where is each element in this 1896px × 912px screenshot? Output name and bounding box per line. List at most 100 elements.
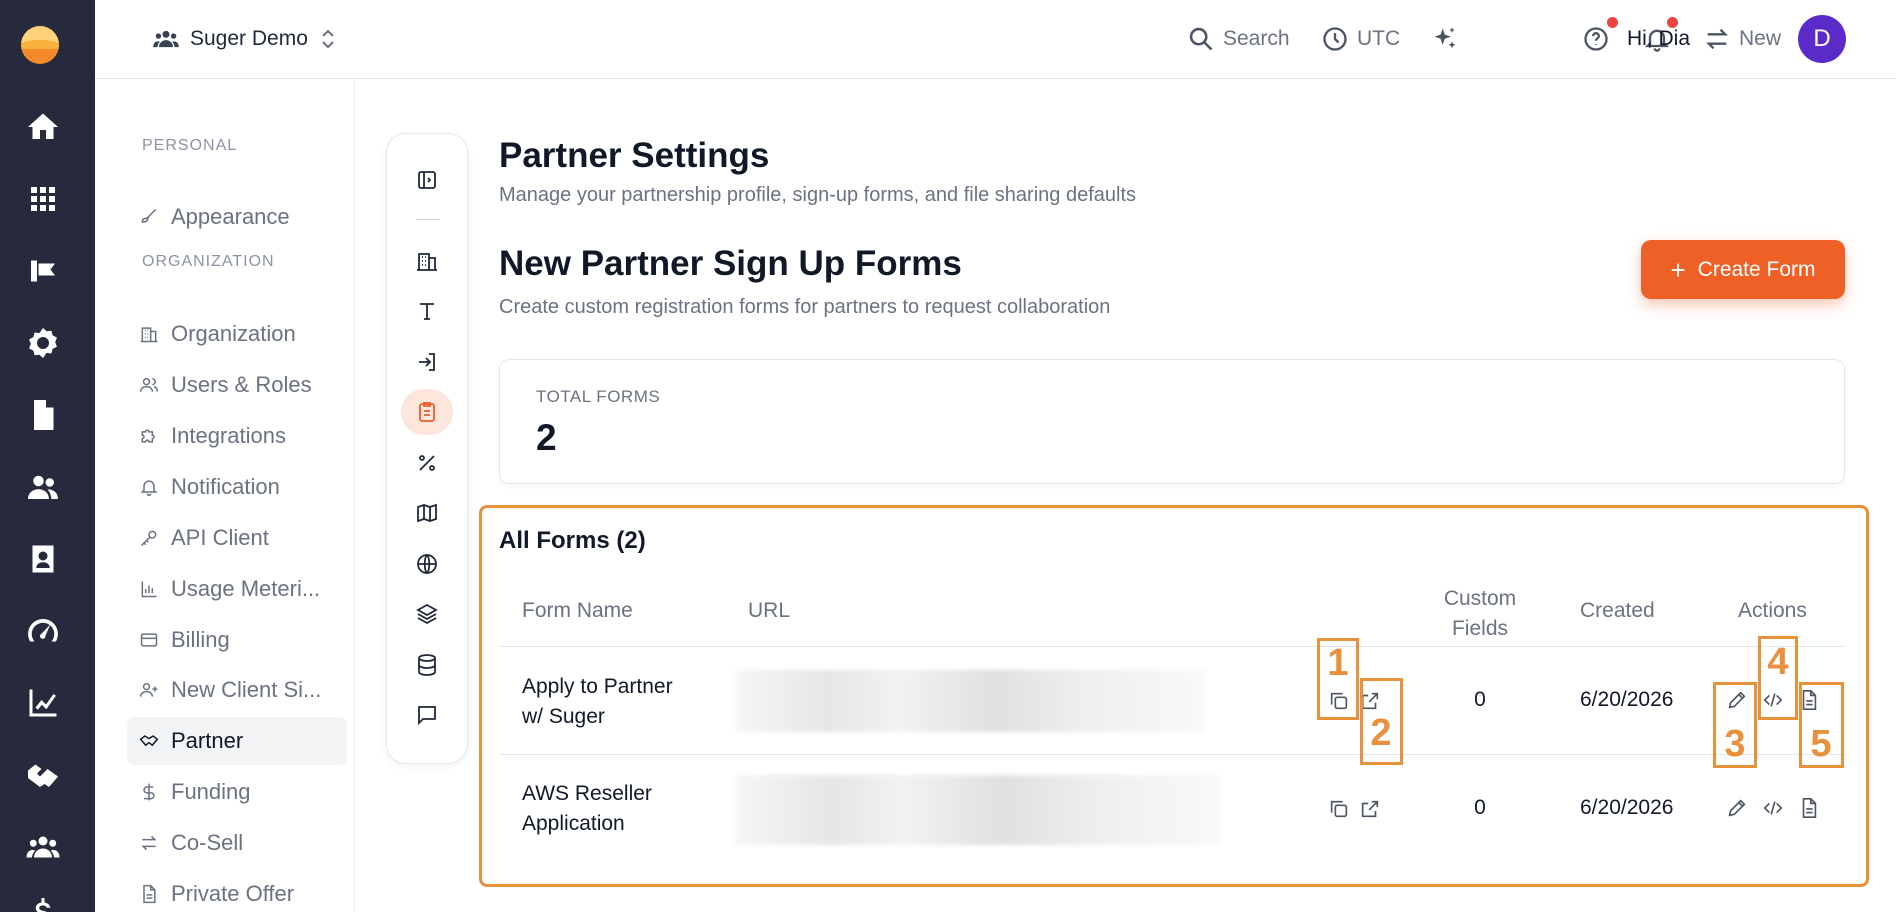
collapse-panel-button[interactable]	[401, 157, 453, 203]
search-label: Search	[1223, 27, 1290, 50]
dollar-sign-icon	[143, 783, 155, 801]
help-button[interactable]	[1582, 22, 1610, 56]
search-button[interactable]: Search	[1187, 22, 1290, 56]
row-2-embed-code-button[interactable]	[1760, 795, 1786, 821]
user-avatar[interactable]: D	[1798, 15, 1846, 63]
menu-item-users-roles[interactable]: Users & Roles	[127, 361, 347, 409]
timezone-button[interactable]: UTC	[1321, 22, 1400, 56]
page-subtitle: Manage your partnership profile, sign-up…	[499, 184, 1137, 206]
settings-gear-icon[interactable]	[22, 322, 64, 364]
regions-section-button[interactable]	[401, 541, 453, 587]
column-header-form-name: Form Name	[522, 599, 633, 622]
handshake-icon[interactable]	[22, 754, 64, 796]
apps-grid-icon[interactable]	[22, 178, 64, 220]
suger-logo[interactable]	[21, 26, 59, 64]
menu-item-api-client[interactable]: API Client	[127, 514, 347, 562]
row-2-view-submissions-button[interactable]	[1796, 795, 1822, 821]
menu-item-co-sell[interactable]: Co-Sell	[127, 819, 347, 867]
handshake-outline-icon	[139, 735, 159, 747]
row-2-open-url-button[interactable]	[1357, 796, 1383, 822]
messages-section-button[interactable]	[401, 692, 453, 738]
section-title: New Partner Sign Up Forms	[499, 244, 962, 283]
all-forms-title: All Forms (2)	[499, 527, 646, 554]
column-header-custom-fields: Custom Fields	[1420, 584, 1540, 644]
group-icon	[153, 30, 179, 48]
user-plus-icon	[139, 683, 158, 697]
menu-item-partner[interactable]: Partner	[127, 717, 347, 765]
data-section-button[interactable]	[401, 642, 453, 688]
home-icon[interactable]	[22, 106, 64, 148]
menu-group-organization: ORGANIZATION	[142, 253, 275, 270]
menu-item-funding[interactable]: Funding	[127, 768, 347, 816]
contact-card-icon[interactable]	[22, 538, 64, 580]
puzzle-icon	[141, 429, 155, 443]
territory-section-button[interactable]	[401, 490, 453, 536]
row-2-url-redacted	[735, 775, 1220, 845]
row-2-edit-button[interactable]	[1724, 795, 1750, 821]
create-form-button[interactable]: + Create Form	[1641, 240, 1845, 299]
timezone-label: UTC	[1357, 27, 1401, 50]
workspace-switcher[interactable]: Suger Demo	[152, 24, 338, 54]
copy-icon	[1330, 800, 1348, 818]
commission-section-button[interactable]	[401, 440, 453, 486]
help-icon	[1584, 27, 1608, 51]
menu-item-label: Partner	[171, 728, 244, 753]
bar-chart-icon	[141, 581, 157, 598]
signin-section-button[interactable]	[401, 339, 453, 385]
swap-arrows-icon	[1706, 28, 1728, 50]
divider	[416, 219, 440, 220]
menu-item-integrations[interactable]: Integrations	[127, 412, 347, 460]
building-icon	[140, 327, 158, 343]
column-header-custom-fields-line1: Custom	[1443, 587, 1517, 610]
team-icon[interactable]	[22, 826, 64, 868]
column-header-url: URL	[748, 599, 791, 622]
menu-item-label: Organization	[171, 321, 296, 346]
menu-item-label: Integrations	[171, 423, 286, 448]
menu-item-label: Funding	[171, 779, 251, 804]
section-icon-bar	[386, 133, 468, 764]
row-2-copy-url-button[interactable]	[1326, 796, 1352, 822]
arrows-exchange-icon	[141, 835, 157, 851]
people-icon[interactable]	[22, 466, 64, 508]
total-forms-label: TOTAL FORMS	[536, 387, 661, 406]
key-icon	[140, 530, 157, 547]
menu-item-new-client-signup[interactable]: New Client Si...	[127, 666, 347, 714]
new-button[interactable]: New	[1703, 22, 1781, 56]
menu-item-appearance[interactable]: Appearance	[127, 193, 347, 241]
bell-outline-icon	[140, 480, 158, 497]
menu-item-notification[interactable]: Notification	[127, 463, 347, 511]
menu-item-label: API Client	[171, 525, 269, 550]
globe-icon	[417, 554, 437, 574]
tiers-section-button[interactable]	[401, 591, 453, 637]
profile-section-button[interactable]	[401, 238, 453, 284]
menu-item-organization[interactable]: Organization	[127, 310, 347, 358]
row-1-custom-fields: 0	[1474, 688, 1486, 711]
external-link-icon	[1361, 800, 1379, 818]
catalog-icon[interactable]	[22, 250, 64, 292]
settings-menu: PERSONAL Appearance ORGANIZATION Organiz…	[95, 79, 355, 912]
dollar-icon[interactable]	[22, 892, 64, 912]
analytics-chart-icon[interactable]	[22, 682, 64, 724]
speedometer-icon[interactable]	[22, 610, 64, 652]
forms-section-button[interactable]	[401, 389, 453, 435]
brush-icon	[141, 208, 157, 223]
total-forms-card: TOTAL FORMS 2	[499, 359, 1845, 484]
text-type-icon	[420, 303, 434, 320]
annotation-number-3: 3	[1724, 723, 1746, 765]
menu-item-billing[interactable]: Billing	[127, 616, 347, 664]
text-section-button[interactable]	[401, 288, 453, 334]
page-title: Partner Settings	[499, 136, 770, 175]
layers-icon	[416, 603, 438, 625]
menu-item-usage-metering[interactable]: Usage Meteri...	[127, 565, 347, 613]
menu-item-label: Notification	[171, 474, 280, 499]
message-square-icon	[418, 706, 436, 726]
help-notification-dot	[1607, 17, 1618, 28]
ai-assistant-button[interactable]	[1431, 22, 1459, 56]
column-header-created: Created	[1580, 599, 1655, 622]
document-icon[interactable]	[22, 394, 64, 436]
menu-item-private-offer[interactable]: Private Offer	[127, 870, 347, 912]
main-nav-rail	[0, 0, 95, 912]
section-subtitle: Create custom registration forms for par…	[499, 296, 1111, 318]
annotation-number-1: 1	[1327, 642, 1349, 684]
annotation-number-5: 5	[1810, 723, 1832, 765]
